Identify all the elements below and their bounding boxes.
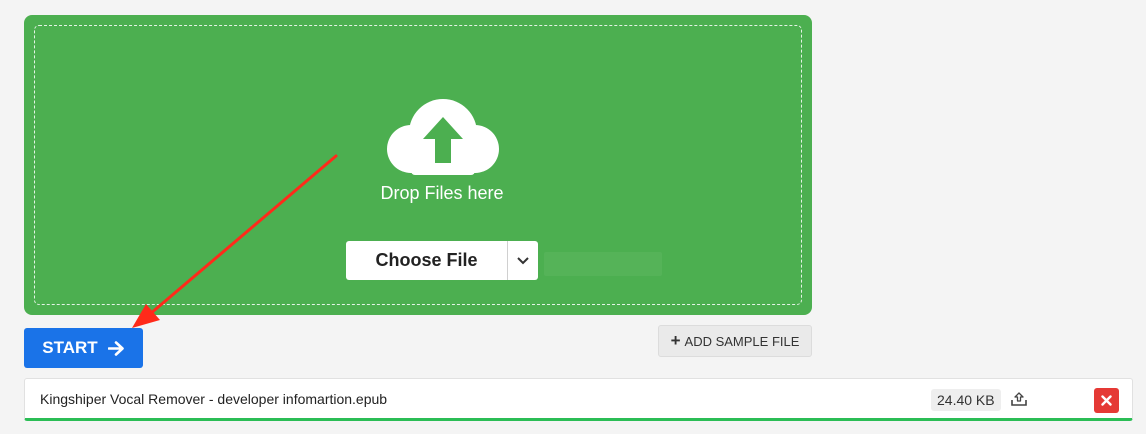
file-dropzone[interactable]: Drop Files here Choose File (24, 15, 812, 315)
faint-placeholder-bar (544, 252, 662, 276)
start-button-label: START (42, 338, 98, 357)
upload-icon[interactable] (1010, 390, 1028, 408)
file-list-item: Kingshiper Vocal Remover - developer inf… (24, 378, 1133, 421)
converter-page: Drop Files here Choose File START + ADD … (0, 0, 1146, 434)
plus-icon: + (670, 330, 681, 350)
add-sample-file-button[interactable]: + ADD SAMPLE FILE (658, 325, 812, 357)
chevron-down-icon (517, 256, 529, 264)
cloud-upload-icon (387, 99, 499, 175)
close-icon (1101, 395, 1112, 406)
file-size-badge: 24.40 KB (931, 389, 1001, 411)
arrow-right-icon (107, 340, 124, 356)
remove-file-button[interactable] (1094, 388, 1119, 413)
choose-file-dropdown[interactable] (507, 241, 538, 280)
start-button[interactable]: START (24, 328, 143, 368)
add-sample-file-label: ADD SAMPLE FILE (684, 333, 800, 349)
choose-file-group: Choose File (346, 241, 538, 280)
file-name: Kingshiper Vocal Remover - developer inf… (40, 391, 388, 407)
drop-files-text: Drop Files here (380, 183, 504, 203)
choose-file-button[interactable]: Choose File (346, 241, 507, 280)
